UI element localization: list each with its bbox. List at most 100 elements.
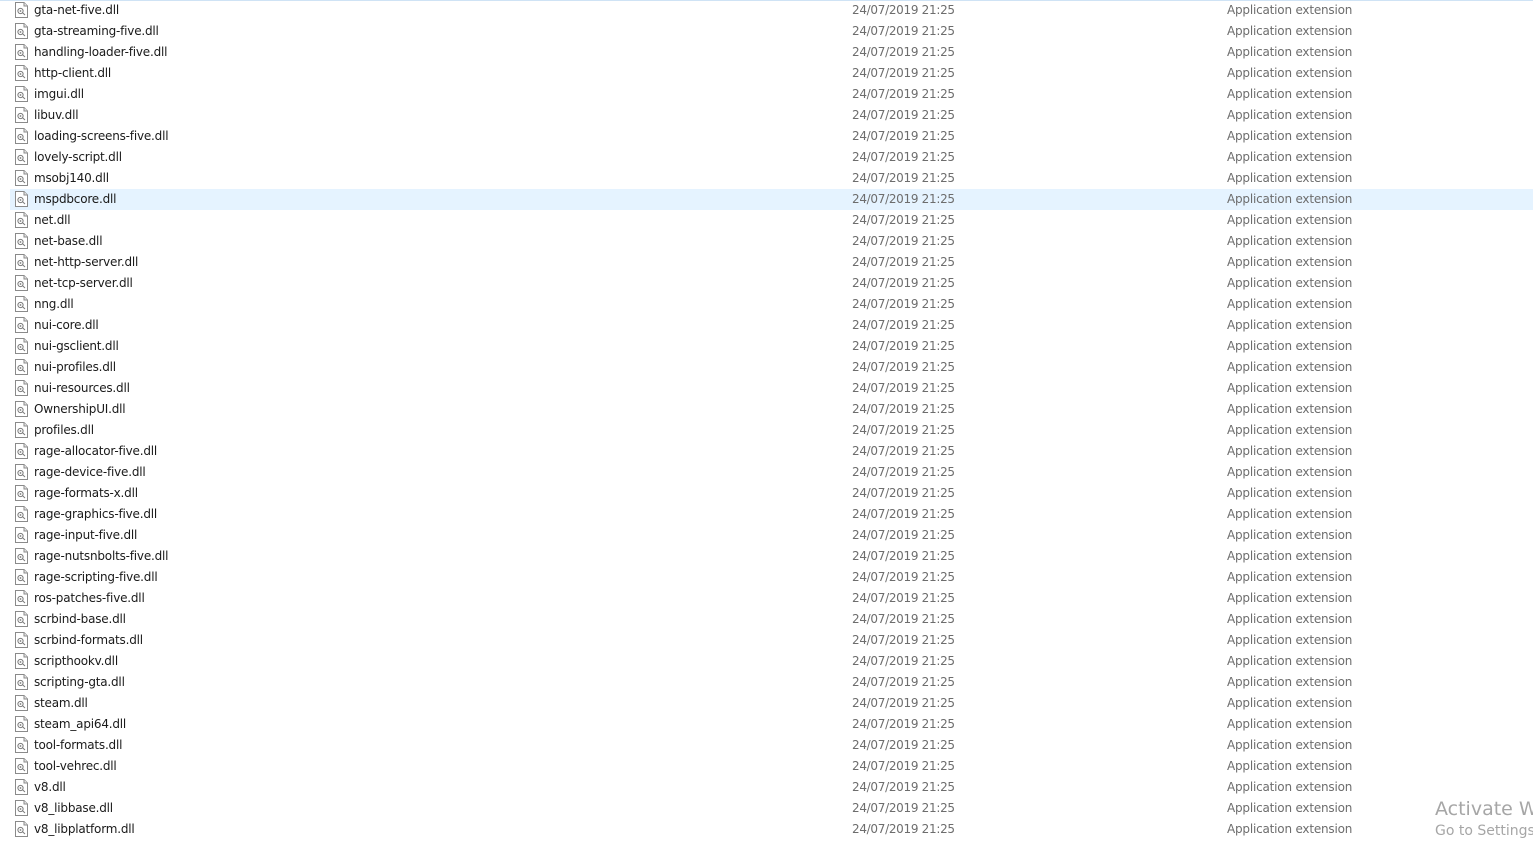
- file-name[interactable]: steam_api64.dll: [34, 714, 126, 735]
- file-row[interactable]: nui-core.dll 24/07/2019 21:25 Application …: [10, 315, 1533, 336]
- file-row[interactable]: http-client.dll 24/07/2019 21:25 Applicati…: [10, 63, 1533, 84]
- file-row[interactable]: tool-vehrec.dll 24/07/2019 21:25 Applicati…: [10, 756, 1533, 777]
- file-name[interactable]: scrbind-base.dll: [34, 609, 126, 630]
- file-date-modified: 24/07/2019 21:25: [852, 213, 955, 227]
- file-row[interactable]: scripting-gta.dll 24/07/2019 21:25 Applica…: [10, 672, 1533, 693]
- dll-file-icon: [15, 2, 28, 18]
- file-name[interactable]: rage-scripting-five.dll: [34, 567, 158, 588]
- file-row[interactable]: rage-nutsnbolts-five.dll 24/07/2019 21:25…: [10, 546, 1533, 567]
- file-type: Application extension: [1227, 66, 1353, 80]
- file-name[interactable]: net-tcp-server.dll: [34, 273, 133, 294]
- file-name[interactable]: nui-profiles.dll: [34, 357, 116, 378]
- file-name[interactable]: nui-gsclient.dll: [34, 336, 119, 357]
- file-row[interactable]: steam_api64.dll 24/07/2019 21:25 Applicati…: [10, 714, 1533, 735]
- file-row[interactable]: v8.dll 24/07/2019 21:25 Application extens…: [10, 777, 1533, 798]
- dll-file-icon: [15, 212, 28, 228]
- file-name[interactable]: profiles.dll: [34, 420, 94, 441]
- file-type: Application extension: [1227, 297, 1353, 311]
- file-row[interactable]: imgui.dll 24/07/2019 21:25 Application ext…: [10, 84, 1533, 105]
- file-name[interactable]: v8_libbase.dll: [34, 798, 113, 819]
- dll-file-icon: [15, 107, 28, 123]
- file-name[interactable]: lovely-script.dll: [34, 147, 122, 168]
- file-name[interactable]: rage-device-five.dll: [34, 462, 146, 483]
- file-row[interactable]: rage-graphics-five.dll 24/07/2019 21:25 Ap…: [10, 504, 1533, 525]
- file-row[interactable]: nng.dll 24/07/2019 21:25 Application exten…: [10, 294, 1533, 315]
- file-name[interactable]: net.dll: [34, 210, 71, 231]
- file-name[interactable]: v8_libplatform.dll: [34, 819, 135, 840]
- file-name[interactable]: gta-streaming-five.dll: [34, 21, 159, 42]
- file-row[interactable]: scrbind-formats.dll 24/07/2019 21:25 Appli…: [10, 630, 1533, 651]
- dll-file-icon: [15, 380, 28, 396]
- file-row[interactable]: mspdbcore.dll 24/07/2019 21:25 Application…: [10, 189, 1533, 210]
- file-name[interactable]: gta-net-five.dll: [34, 0, 119, 21]
- file-name[interactable]: v8.dll: [34, 777, 66, 798]
- file-name[interactable]: nng.dll: [34, 294, 74, 315]
- file-name[interactable]: loading-screens-five.dll: [34, 126, 169, 147]
- file-name[interactable]: tool-vehrec.dll: [34, 756, 117, 777]
- file-name[interactable]: net-http-server.dll: [34, 252, 138, 273]
- file-name[interactable]: scripthookv.dll: [34, 651, 118, 672]
- file-name[interactable]: steam.dll: [34, 693, 88, 714]
- file-row[interactable]: net-tcp-server.dll 24/07/2019 21:25 Applic…: [10, 273, 1533, 294]
- file-row[interactable]: tool-formats.dll 24/07/2019 21:25 Applicat…: [10, 735, 1533, 756]
- file-row[interactable]: lovely-script.dll 24/07/2019 21:25 Applica…: [10, 147, 1533, 168]
- file-row[interactable]: OwnershipUI.dll 24/07/2019 21:25 Applicati…: [10, 399, 1533, 420]
- file-name[interactable]: rage-graphics-five.dll: [34, 504, 157, 525]
- file-type: Application extension: [1227, 108, 1353, 122]
- file-type: Application extension: [1227, 381, 1353, 395]
- file-name[interactable]: nui-core.dll: [34, 315, 99, 336]
- file-row[interactable]: libuv.dll 24/07/2019 21:25 Application ext…: [10, 105, 1533, 126]
- file-row[interactable]: v8_libplatform.dll 24/07/2019 21:25 Applic…: [10, 819, 1533, 840]
- file-row[interactable]: steam.dll 24/07/2019 21:25 Application ext…: [10, 693, 1533, 714]
- file-name[interactable]: msobj140.dll: [34, 168, 109, 189]
- file-name[interactable]: ros-patches-five.dll: [34, 588, 145, 609]
- file-row[interactable]: nui-profiles.dll 24/07/2019 21:25 Applicat…: [10, 357, 1533, 378]
- dll-file-icon: [15, 548, 28, 564]
- file-name[interactable]: http-client.dll: [34, 63, 111, 84]
- file-row[interactable]: rage-scripting-five.dll 24/07/2019 21:25 A…: [10, 567, 1533, 588]
- file-row[interactable]: nui-gsclient.dll 24/07/2019 21:25 Applicat…: [10, 336, 1533, 357]
- file-row[interactable]: rage-device-five.dll 24/07/2019 21:25 Appl…: [10, 462, 1533, 483]
- file-date-modified: 24/07/2019 21:25: [852, 570, 955, 584]
- file-name[interactable]: tool-formats.dll: [34, 735, 122, 756]
- file-type: Application extension: [1227, 87, 1353, 101]
- file-row[interactable]: rage-allocator-five.dll 24/07/2019 21:25 A…: [10, 441, 1533, 462]
- dll-file-icon: [15, 128, 28, 144]
- file-row[interactable]: scripthookv.dll 24/07/2019 21:25 Applicati…: [10, 651, 1533, 672]
- dll-file-icon: [15, 443, 28, 459]
- file-row[interactable]: loading-screens-five.dll 24/07/2019 21:25…: [10, 126, 1533, 147]
- file-name[interactable]: rage-nutsnbolts-five.dll: [34, 546, 169, 567]
- file-row[interactable]: msobj140.dll 24/07/2019 21:25 Application …: [10, 168, 1533, 189]
- file-name[interactable]: OwnershipUI.dll: [34, 399, 126, 420]
- file-row[interactable]: net-base.dll 24/07/2019 21:25 Application …: [10, 231, 1533, 252]
- file-name[interactable]: rage-formats-x.dll: [34, 483, 138, 504]
- file-name[interactable]: rage-allocator-five.dll: [34, 441, 157, 462]
- file-row[interactable]: scrbind-base.dll 24/07/2019 21:25 Applicat…: [10, 609, 1533, 630]
- dll-file-icon: [15, 422, 28, 438]
- file-row[interactable]: nui-resources.dll 24/07/2019 21:25 Applica…: [10, 378, 1533, 399]
- file-name[interactable]: imgui.dll: [34, 84, 84, 105]
- file-date-modified: 24/07/2019 21:25: [852, 759, 955, 773]
- file-row[interactable]: net-http-server.dll 24/07/2019 21:25 Appli…: [10, 252, 1533, 273]
- file-name[interactable]: mspdbcore.dll: [34, 189, 116, 210]
- file-name[interactable]: libuv.dll: [34, 105, 79, 126]
- file-row[interactable]: profiles.dll 24/07/2019 21:25 Application …: [10, 420, 1533, 441]
- file-row[interactable]: net.dll 24/07/2019 21:25 Application exten…: [10, 210, 1533, 231]
- file-date-modified: 24/07/2019 21:25: [852, 633, 955, 647]
- file-name[interactable]: net-base.dll: [34, 231, 103, 252]
- file-name[interactable]: scripting-gta.dll: [34, 672, 125, 693]
- file-name[interactable]: handling-loader-five.dll: [34, 42, 167, 63]
- dll-file-icon: [15, 65, 28, 81]
- file-row[interactable]: rage-formats-x.dll 24/07/2019 21:25 Applic…: [10, 483, 1533, 504]
- file-name[interactable]: rage-input-five.dll: [34, 525, 137, 546]
- file-name[interactable]: nui-resources.dll: [34, 378, 130, 399]
- file-row[interactable]: gta-streaming-five.dll 24/07/2019 21:25 Ap…: [10, 21, 1533, 42]
- file-row[interactable]: gta-net-five.dll 24/07/2019 21:25 Applicat…: [10, 0, 1533, 21]
- file-row[interactable]: v8_libbase.dll 24/07/2019 21:25 Applicatio…: [10, 798, 1533, 819]
- file-row[interactable]: handling-loader-five.dll 24/07/2019 21:25…: [10, 42, 1533, 63]
- file-type: Application extension: [1227, 822, 1353, 836]
- file-row[interactable]: ros-patches-five.dll 24/07/2019 21:25 Appl…: [10, 588, 1533, 609]
- file-row[interactable]: rage-input-five.dll 24/07/2019 21:25 Appli…: [10, 525, 1533, 546]
- watermark-title: Activate Wi: [1435, 798, 1533, 820]
- file-name[interactable]: scrbind-formats.dll: [34, 630, 143, 651]
